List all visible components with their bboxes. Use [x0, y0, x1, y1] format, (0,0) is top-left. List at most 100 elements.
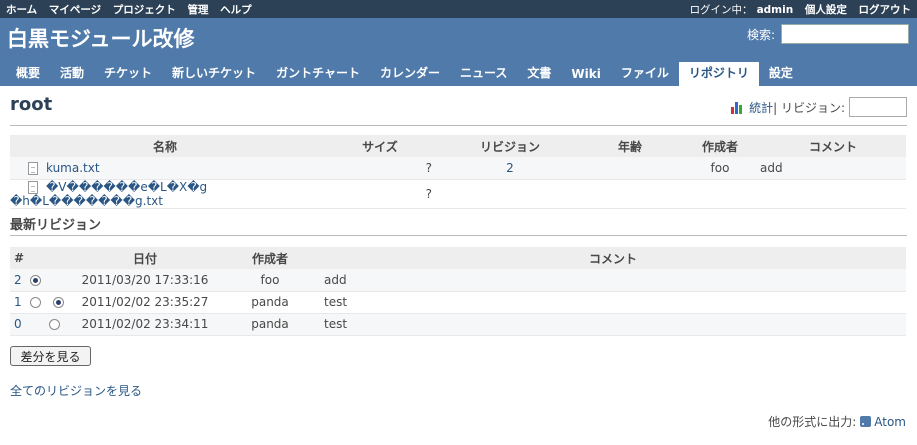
col-name[interactable]: 名称	[10, 135, 320, 157]
revision-radios	[30, 313, 70, 336]
latest-divider	[10, 235, 907, 236]
view-all-revisions-link[interactable]: 全てのリビジョンを見る	[10, 382, 142, 399]
tab-repository[interactable]: リポジトリ	[678, 60, 759, 86]
revision-id-cell: 1	[10, 291, 30, 314]
diff-from-radio[interactable]	[30, 274, 41, 286]
col-rev-author: 作成者	[220, 247, 320, 269]
table-row: 2 2011/03/20 17:33:16 foo add	[10, 269, 906, 292]
revision-link[interactable]: 0	[14, 317, 22, 331]
file-link[interactable]: �V������e�L�X�g �h�L�������g.txt	[10, 180, 207, 208]
stats-link[interactable]: 統計	[749, 99, 773, 116]
tab-news[interactable]: ニュース	[450, 60, 517, 86]
file-name-cell: �V������e�L�X�g �h�L�������g.txt	[10, 179, 320, 209]
revision-date: 2011/03/20 17:33:16	[70, 269, 220, 292]
file-age	[580, 157, 680, 180]
content: root 統計 | リビジョン: 名称 サイズ リビジョン 年齢 作成者 コメン…	[0, 86, 917, 445]
diff-to-radio[interactable]	[52, 297, 64, 308]
search-input[interactable]	[781, 24, 909, 44]
top-menu-left: ホーム マイページ プロジェクト 管理 ヘルプ	[6, 2, 260, 17]
top-menu-help[interactable]: ヘルプ	[220, 4, 252, 16]
files-header-row: 名称 サイズ リビジョン 年齢 作成者 コメント	[10, 135, 906, 157]
file-size: ?	[320, 179, 440, 209]
file-comment: add	[760, 157, 906, 180]
col-author[interactable]: 作成者	[680, 135, 760, 157]
repository-toolbar: 統計 | リビジョン:	[731, 97, 907, 117]
table-row: kuma.txt ? 2 foo add	[10, 157, 906, 180]
logout-link[interactable]: ログアウト	[859, 4, 912, 16]
tab-activity[interactable]: 活動	[50, 60, 94, 86]
top-menu-home[interactable]: ホーム	[6, 4, 37, 16]
logged-in-user[interactable]: admin	[757, 4, 794, 16]
top-menu-my-page[interactable]: マイページ	[49, 4, 101, 16]
col-revision[interactable]: リビジョン	[440, 135, 580, 157]
tab-settings[interactable]: 設定	[759, 60, 803, 86]
file-icon	[28, 161, 38, 175]
header: 白黒モジュール改修 検索:	[0, 18, 917, 62]
file-author	[680, 179, 760, 209]
revision-author: panda	[220, 291, 320, 314]
page-title: root	[10, 94, 53, 115]
revision-date: 2011/02/02 23:35:27	[70, 291, 220, 314]
file-comment	[760, 179, 906, 209]
revision-author: panda	[220, 313, 320, 336]
my-account-link[interactable]: 個人設定	[805, 4, 847, 16]
col-age[interactable]: 年齢	[580, 135, 680, 157]
col-comment[interactable]: コメント	[760, 135, 906, 157]
diff-from-radio[interactable]	[30, 297, 41, 308]
other-formats-label: 他の形式に出力:	[768, 415, 857, 429]
view-diff-button[interactable]: 差分を見る	[10, 346, 91, 366]
top-menu-projects[interactable]: プロジェクト	[113, 4, 176, 16]
top-menu-admin[interactable]: 管理	[187, 4, 208, 16]
revision-radios	[30, 269, 70, 292]
revision-link[interactable]: 2	[14, 273, 22, 287]
revision-input[interactable]	[849, 97, 907, 117]
tab-gantt[interactable]: ガントチャート	[266, 60, 370, 86]
col-rev-id: #	[10, 247, 30, 269]
stats-icon	[731, 101, 745, 114]
revision-link[interactable]: 1	[14, 295, 22, 309]
revisions-table: # 日付 作成者 コメント 2 2011/03/20 17:33:16 foo …	[10, 247, 906, 336]
main-menu: 概要 活動 チケット 新しいチケット ガントチャート カレンダー ニュース 文書…	[0, 60, 917, 86]
revision-label: | リビジョン:	[773, 100, 845, 115]
file-age	[580, 179, 680, 209]
revision-id-cell: 0	[10, 313, 30, 336]
logged-in-label: ログイン中：	[689, 3, 753, 16]
tab-overview[interactable]: 概要	[6, 60, 50, 86]
tab-wiki[interactable]: Wiki	[561, 63, 610, 86]
quick-search: 検索:	[747, 24, 909, 44]
table-row: 0 2011/02/02 23:34:11 panda test	[10, 313, 906, 336]
feed-icon	[860, 416, 872, 427]
col-rev-date: 日付	[70, 247, 220, 269]
file-author: foo	[680, 157, 760, 180]
file-revision-cell	[440, 179, 580, 209]
table-row: 1 2011/02/02 23:35:27 panda test	[10, 291, 906, 314]
file-revision-cell: 2	[440, 157, 580, 180]
tab-calendar[interactable]: カレンダー	[370, 60, 450, 86]
revision-comment: test	[320, 291, 906, 314]
col-rev-comment: コメント	[320, 247, 906, 269]
col-rev-radios	[30, 247, 70, 269]
files-table: 名称 サイズ リビジョン 年齢 作成者 コメント kuma.txt ? 2 fo…	[10, 135, 906, 209]
revision-date: 2011/02/02 23:34:11	[70, 313, 220, 336]
search-label: 検索:	[746, 27, 775, 42]
revision-id-cell: 2	[10, 269, 30, 292]
latest-revisions-title: 最新リビジョン	[10, 218, 102, 233]
file-link[interactable]: kuma.txt	[46, 161, 100, 175]
tab-issues[interactable]: チケット	[94, 60, 162, 86]
file-size: ?	[320, 157, 440, 180]
table-row: �V������e�L�X�g �h�L�������g.txt ?	[10, 179, 906, 209]
atom-link[interactable]: Atom	[874, 415, 906, 429]
tab-new-issue[interactable]: 新しいチケット	[162, 60, 266, 86]
revision-radios	[30, 291, 70, 314]
other-formats: 他の形式に出力: Atom	[768, 413, 906, 430]
file-icon	[28, 180, 38, 194]
col-size[interactable]: サイズ	[320, 135, 440, 157]
file-revision-link[interactable]: 2	[506, 161, 514, 175]
tab-documents[interactable]: 文書	[517, 60, 561, 86]
revision-comment: add	[320, 269, 906, 292]
file-name-cell: kuma.txt	[10, 157, 320, 180]
top-menu: ホーム マイページ プロジェクト 管理 ヘルプ ログイン中： admin 個人設定…	[0, 0, 917, 18]
project-title: 白黒モジュール改修	[7, 27, 195, 51]
diff-to-radio[interactable]	[49, 319, 60, 330]
tab-files[interactable]: ファイル	[611, 60, 679, 86]
